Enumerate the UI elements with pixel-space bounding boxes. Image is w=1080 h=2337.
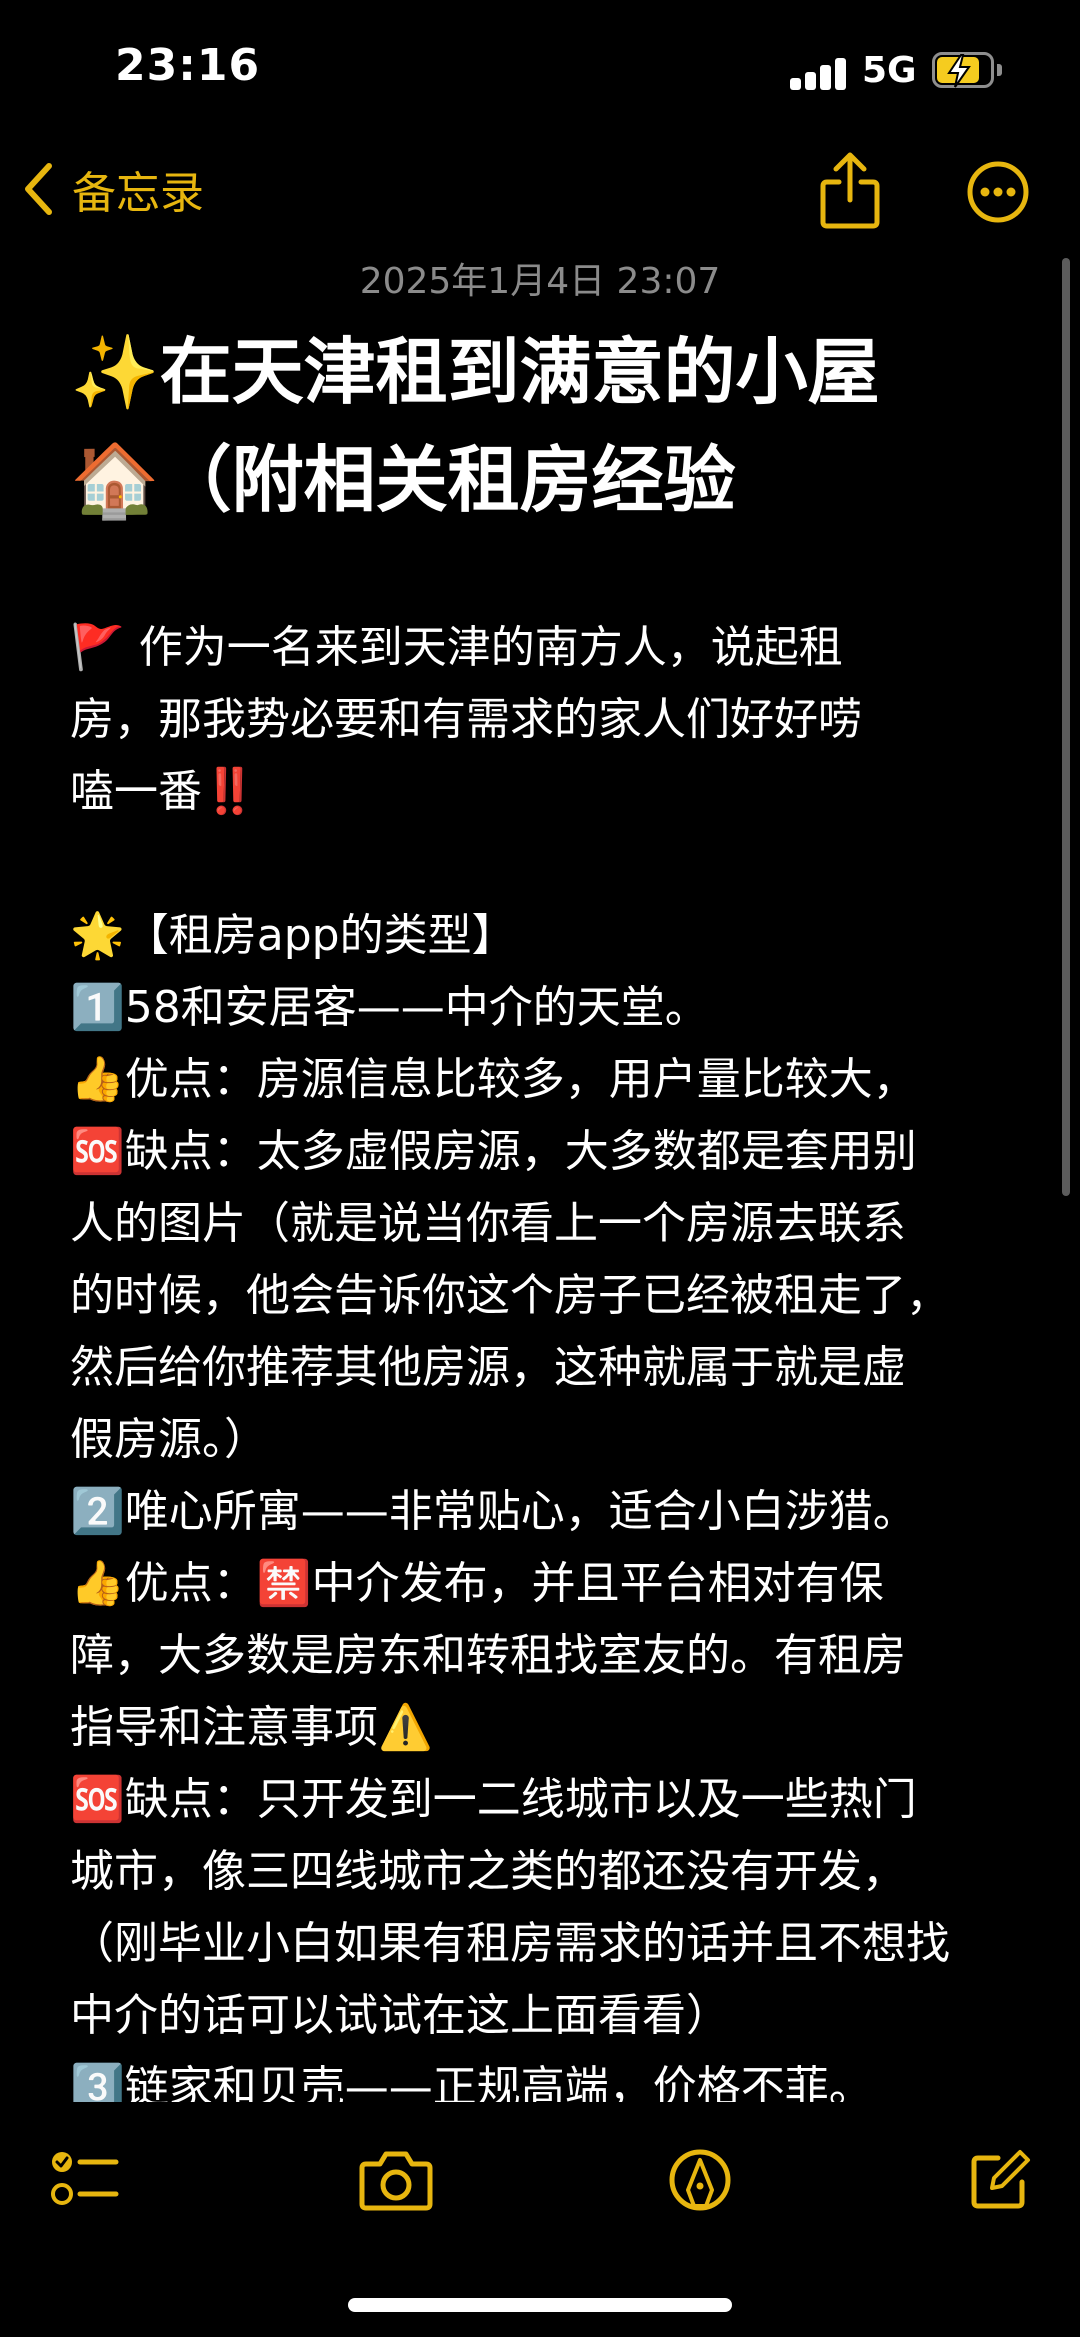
note-title[interactable]: ✨在天津租到满意的小屋 🏠（附相关租房经验 xyxy=(70,318,1010,534)
note-timestamp: 2025年1月4日 23:07 xyxy=(359,261,721,302)
home-indicator[interactable] xyxy=(348,2298,732,2312)
more-button[interactable] xyxy=(966,160,1030,224)
nav-bar: 备忘录 xyxy=(0,140,1080,250)
body-line: 指导和注意事项⚠️ xyxy=(70,1702,433,1753)
markup-button[interactable] xyxy=(668,2148,732,2216)
body-line: 中介的话可以试试在这上面看看） xyxy=(70,1990,730,2041)
body-line: 👍优点：房源信息比较多，用户量比较大， xyxy=(70,1054,917,1105)
body-line: 1️⃣58和安居客——中介的天堂。 xyxy=(70,982,709,1033)
body-line: 🌟【租房app的类型】 xyxy=(70,910,516,961)
body-line: 人的图片（就是说当你看上一个房源去联系 xyxy=(70,1198,906,1249)
body-line: 3️⃣链家和贝壳——正规高端，价格不菲。 xyxy=(70,2062,873,2102)
body-line: 然后给你推荐其他房源，这种就属于就是虚 xyxy=(70,1342,906,1393)
body-line: 🚩 作为一名来到天津的南方人，说起租 xyxy=(70,622,843,673)
scrollbar[interactable] xyxy=(1062,258,1070,1196)
body-line: 2️⃣唯心所寓——非常贴心，适合小白涉猎。 xyxy=(70,1486,917,1537)
network-type: 5G xyxy=(862,50,917,91)
battery-charging-icon xyxy=(932,52,1004,90)
cellular-signal-icon xyxy=(790,56,846,90)
body-line: 城市，像三四线城市之类的都还没有开发， xyxy=(70,1846,906,1897)
share-icon xyxy=(820,152,880,229)
checklist-icon xyxy=(51,2152,119,2205)
back-label: 备忘录 xyxy=(72,168,204,219)
share-button[interactable] xyxy=(815,150,885,230)
body-blank-line xyxy=(70,828,1030,900)
body-line: 房，那我势必要和有需求的家人们好好唠 xyxy=(70,694,862,745)
status-time: 23:16 xyxy=(115,40,261,91)
camera-button[interactable] xyxy=(358,2148,434,2216)
body-line: 🆘缺点：只开发到一二线城市以及一些热门 xyxy=(70,1774,917,1825)
chevron-left-icon xyxy=(25,163,52,215)
compose-button[interactable] xyxy=(968,2148,1032,2216)
body-line: 嗑一番‼️ xyxy=(70,766,257,817)
title-line: 🏠（附相关租房经验 xyxy=(70,438,736,522)
checklist-button[interactable] xyxy=(50,2148,120,2216)
camera-icon xyxy=(359,2151,433,2211)
bottom-toolbar xyxy=(0,2120,1080,2240)
back-button[interactable]: 备忘录 xyxy=(22,154,204,224)
ellipsis-circle-icon xyxy=(967,161,1029,223)
note-body[interactable]: 🚩 作为一名来到天津的南方人，说起租 房，那我势必要和有需求的家人们好好唠 嗑一… xyxy=(70,612,1030,2102)
body-line: 障，大多数是房东和转租找室友的。有租房 xyxy=(70,1630,906,1681)
body-line: 👍优点：🈲中介发布，并且平台相对有保 xyxy=(70,1558,884,1609)
body-line: 🆘缺点：太多虚假房源，大多数都是套用别 xyxy=(70,1126,917,1177)
status-bar: 23:16 5G xyxy=(0,0,1080,140)
body-line: 的时候，他会告诉你这个房子已经被租走了， xyxy=(70,1270,950,1321)
body-line: （刚毕业小白如果有租房需求的话并且不想找 xyxy=(70,1918,950,1969)
body-line: 假房源。） xyxy=(70,1414,268,1465)
title-line: ✨在天津租到满意的小屋 xyxy=(70,330,880,414)
pen-tip-icon xyxy=(669,2149,731,2211)
compose-icon xyxy=(971,2150,1030,2209)
